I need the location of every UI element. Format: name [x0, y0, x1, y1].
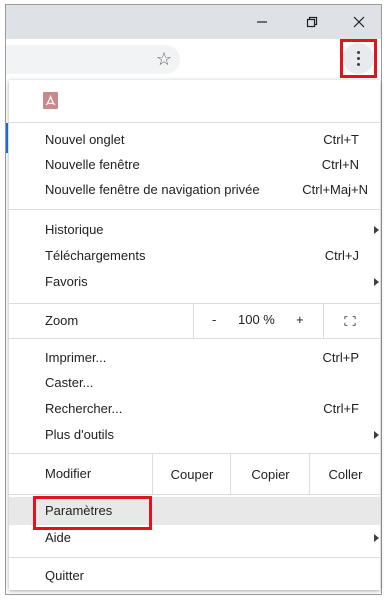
zoom-label: Zoom: [45, 313, 79, 328]
submenu-arrow-icon: [374, 278, 379, 286]
zoom-row: Zoom - 100 % +: [9, 304, 380, 338]
cut-button[interactable]: Couper: [152, 454, 231, 494]
menu-item-cast[interactable]: Caster...: [9, 370, 380, 396]
copy-label: Copier: [251, 466, 290, 482]
zoom-in-button[interactable]: +: [296, 312, 304, 327]
fullscreen-button[interactable]: [323, 304, 381, 338]
separator: [9, 122, 380, 123]
menu-item-shortcut: Ctrl+Maj+N: [302, 182, 368, 197]
menu-item-label: Plus d'outils: [45, 427, 114, 442]
submenu-arrow-icon: [374, 431, 379, 439]
menu-item-history[interactable]: Historique: [9, 217, 380, 243]
menu-item-label: Rechercher...: [45, 401, 123, 416]
page-accent-line: [6, 123, 8, 153]
address-bar[interactable]: ☆: [6, 45, 180, 74]
menu-item-more-tools[interactable]: Plus d'outils: [9, 422, 380, 448]
menu-item-new-incognito-window[interactable]: Nouvelle fenêtre de navigation privée Ct…: [9, 177, 380, 203]
close-icon: [353, 16, 365, 28]
restore-icon: [306, 16, 318, 28]
menu-item-label: Imprimer...: [45, 350, 107, 365]
menu-item-shortcut: Ctrl+N: [321, 157, 359, 172]
minimize-button[interactable]: [239, 5, 285, 39]
menu-item-shortcut: Ctrl+P: [322, 350, 359, 365]
menu-item-bookmarks[interactable]: Favoris: [9, 269, 380, 295]
menu-item-shortcut: Ctrl+F: [323, 401, 359, 416]
menu-item-label: Aide: [45, 530, 72, 545]
paste-label: Coller: [328, 466, 363, 482]
pdf-icon: [43, 92, 58, 109]
zoom-out-button[interactable]: -: [212, 312, 216, 327]
menu-item-new-tab[interactable]: Nouvel onglet Ctrl+T: [9, 127, 380, 153]
highlight-box-settings: [33, 496, 152, 530]
menu-item-shortcut: Ctrl+T: [323, 132, 359, 147]
zoom-level: 100 %: [238, 312, 275, 327]
menu-item-label: Nouvelle fenêtre: [45, 157, 140, 172]
separator: [9, 494, 380, 495]
submenu-arrow-icon: [374, 534, 379, 542]
cut-label: Couper: [170, 466, 214, 482]
toolbar: ☆: [6, 39, 381, 82]
menu-item-print[interactable]: Imprimer... Ctrl+P: [9, 345, 380, 371]
paste-button[interactable]: Coller: [309, 454, 381, 494]
star-icon[interactable]: ☆: [156, 49, 172, 69]
menu-item-label: Téléchargements: [45, 248, 146, 263]
copy-button[interactable]: Copier: [230, 454, 310, 494]
title-bar: [6, 5, 381, 39]
separator: [9, 557, 380, 558]
fullscreen-icon: [344, 316, 356, 326]
separator: [9, 209, 380, 210]
menu-item-find[interactable]: Rechercher... Ctrl+F: [9, 396, 380, 422]
edit-row: Modifier Couper Copier Coller: [9, 454, 380, 494]
menu-item-label: Nouvel onglet: [45, 132, 125, 147]
separator: [9, 338, 380, 339]
restore-button[interactable]: [289, 5, 335, 39]
minimize-icon: [257, 21, 267, 23]
menu-item-quit[interactable]: Quitter: [9, 563, 380, 589]
menu-item-downloads[interactable]: Téléchargements Ctrl+J: [9, 243, 380, 269]
menu-item-label: Favoris: [45, 274, 88, 289]
close-button[interactable]: [336, 5, 382, 39]
edit-label: Modifier: [45, 466, 92, 481]
menu-item-label: Historique: [45, 222, 104, 237]
menu-item-label: Caster...: [45, 375, 94, 390]
menu-item-new-window[interactable]: Nouvelle fenêtre Ctrl+N: [9, 152, 380, 178]
menu-item-label: Quitter: [45, 568, 85, 583]
submenu-arrow-icon: [374, 226, 379, 234]
menu-item-shortcut: Ctrl+J: [324, 248, 359, 263]
menu-item-label: Nouvelle fenêtre de navigation privée: [45, 182, 260, 197]
highlight-box-menu-button: [340, 39, 377, 78]
